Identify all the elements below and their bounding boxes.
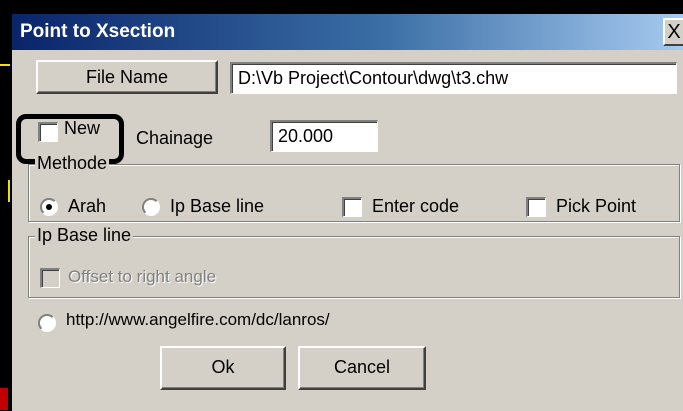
offset-right-angle-checkbox[interactable] — [40, 268, 60, 288]
background-mark-mid — [8, 180, 10, 202]
radio-arah-label[interactable]: Arah — [68, 196, 106, 217]
close-icon: X — [667, 21, 681, 43]
file-path-input[interactable]: D:\Vb Project\Contour\dwg\t3.chw — [230, 62, 677, 94]
radio-ip-base-line-label[interactable]: Ip Base line — [170, 196, 264, 217]
radio-ip-base-line[interactable] — [142, 198, 160, 216]
pick-point-checkbox[interactable] — [526, 197, 546, 217]
ok-button-label: Ok — [211, 357, 235, 377]
background-mark-top — [0, 64, 10, 66]
ip-base-line-group-title: Ip Base line — [35, 225, 134, 246]
title-bar[interactable]: Point to Xsection X — [12, 14, 683, 50]
enter-code-checkbox[interactable] — [342, 197, 362, 217]
chainage-value: 20.000 — [278, 126, 334, 146]
background-mark-bottom — [0, 388, 8, 410]
file-path-value: D:\Vb Project\Contour\dwg\t3.chw — [238, 68, 509, 88]
window-title: Point to Xsection — [20, 21, 176, 42]
ok-button[interactable]: Ok — [160, 346, 286, 390]
chainage-input[interactable]: 20.000 — [270, 120, 378, 152]
cancel-button-label: Cancel — [333, 357, 391, 377]
file-name-button-label: File Name — [85, 67, 169, 87]
close-button[interactable]: X — [663, 18, 683, 46]
enter-code-label[interactable]: Enter code — [372, 196, 459, 217]
radio-url-option[interactable] — [38, 314, 56, 332]
cancel-button[interactable]: Cancel — [298, 346, 426, 390]
url-option-label[interactable]: http://www.angelfire.com/dc/lanros/ — [66, 310, 330, 330]
radio-arah-selected-dot — [46, 204, 52, 210]
chainage-label: Chainage — [136, 128, 214, 148]
radio-arah[interactable] — [40, 198, 58, 216]
file-name-button[interactable]: File Name — [36, 60, 218, 94]
point-to-xsection-dialog: Point to Xsection X File Name D:\Vb Proj… — [12, 14, 683, 411]
methode-group-title: Methode — [35, 153, 110, 174]
offset-right-angle-label: Offset to right angle — [68, 267, 217, 286]
pick-point-label[interactable]: Pick Point — [556, 196, 636, 217]
